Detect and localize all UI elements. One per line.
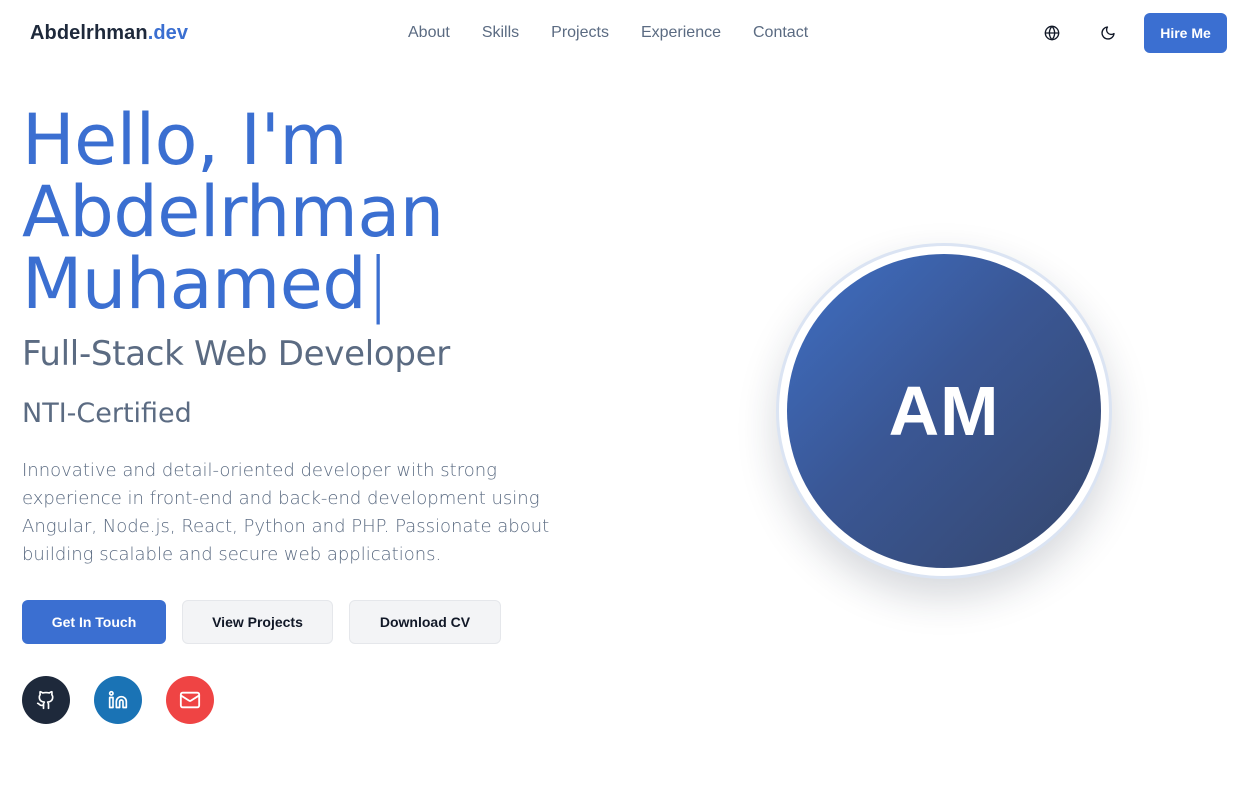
logo-accent-text: .dev (147, 22, 189, 44)
logo-main-text: Abdelrhman (30, 22, 148, 44)
avatar: AM (787, 254, 1101, 568)
get-in-touch-button[interactable]: Get In Touch (22, 600, 166, 644)
language-toggle[interactable] (1039, 20, 1065, 46)
main-nav: About Skills Projects Experience Contact (408, 24, 808, 42)
linkedin-icon (108, 690, 128, 709)
globe-icon (1044, 25, 1060, 41)
hire-me-button[interactable]: Hire Me (1144, 13, 1227, 53)
site-header: Abdelrhman.dev About Skills Projects Exp… (0, 0, 1257, 66)
avatar-initials: AM (888, 372, 1000, 450)
hero-title-line3: Muhamed (22, 243, 367, 325)
github-icon (36, 690, 54, 710)
hero-title: Hello, I'm Abdelrhman Muhamed| (22, 104, 642, 320)
nav-experience[interactable]: Experience (641, 24, 721, 42)
hero-description: Innovative and detail-oriented developer… (22, 460, 550, 565)
moon-icon (1101, 26, 1115, 40)
download-cv-button[interactable]: Download CV (349, 600, 501, 644)
typing-cursor: | (366, 243, 390, 325)
hero-subtitle: Full-Stack Web Developer (22, 334, 450, 374)
certification-text: NTI-Certified (22, 398, 192, 429)
hero-title-line2: Abdelrhman (22, 171, 444, 253)
mail-icon (179, 691, 201, 709)
site-logo[interactable]: Abdelrhman.dev (30, 22, 188, 45)
nav-skills[interactable]: Skills (482, 24, 519, 42)
github-link[interactable] (22, 676, 70, 724)
nav-projects[interactable]: Projects (551, 24, 609, 42)
nav-contact[interactable]: Contact (753, 24, 808, 42)
view-projects-button[interactable]: View Projects (182, 600, 333, 644)
nav-about[interactable]: About (408, 24, 450, 42)
avatar-ring: AM (776, 243, 1112, 579)
linkedin-link[interactable] (94, 676, 142, 724)
theme-toggle[interactable] (1095, 20, 1121, 46)
hero-title-line1: Hello, I'm (22, 99, 348, 181)
email-link[interactable] (166, 676, 214, 724)
